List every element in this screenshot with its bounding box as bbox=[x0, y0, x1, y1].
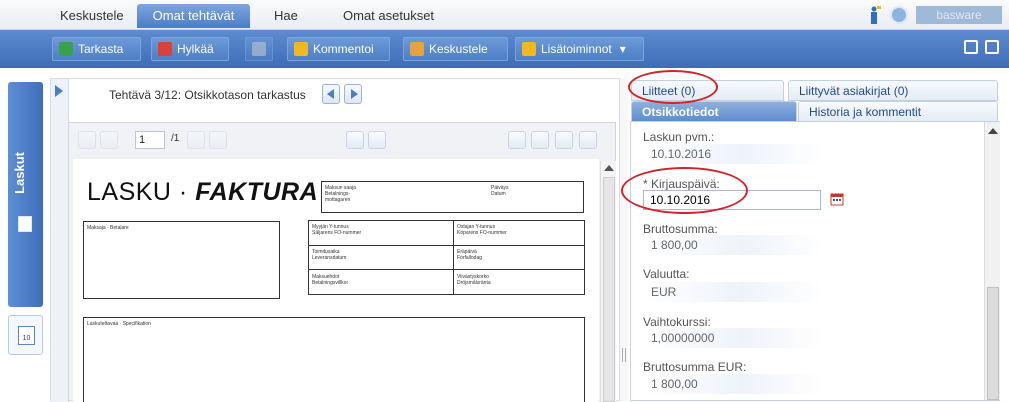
action-toolbar: Tarkasta Hylkää Kommentoi Keskustele Lis… bbox=[0, 30, 1009, 68]
brand-logo: basware bbox=[916, 6, 1002, 24]
tab-hae[interactable]: Hae bbox=[264, 4, 308, 28]
hylkaa-button[interactable]: Hylkää bbox=[151, 37, 229, 61]
fit-page-icon[interactable] bbox=[531, 131, 549, 149]
next-page-icon[interactable] bbox=[187, 131, 205, 149]
currency-value: EUR bbox=[643, 282, 823, 302]
laskut-label: Laskut bbox=[12, 152, 27, 194]
prev-page-icon[interactable] bbox=[100, 131, 118, 149]
first-page-icon[interactable] bbox=[78, 131, 96, 149]
header-details-panel: Laskun pvm.: 10.10.2016 * Kirjauspäivä: … bbox=[630, 121, 1000, 401]
payment-terms-cell: Maksuehdot Betalningsvillkor bbox=[312, 274, 349, 286]
payer-label: Maksaja · Betalare bbox=[87, 225, 129, 231]
rotate-icon[interactable] bbox=[508, 131, 526, 149]
page-total: /1 bbox=[171, 133, 180, 144]
tarkasta-button[interactable]: Tarkasta bbox=[52, 37, 141, 61]
calendar-button[interactable]: 10 bbox=[8, 315, 43, 355]
highlight-ellipse-kirjauspaiva bbox=[621, 167, 748, 214]
date-cell: Päiväys Datum bbox=[491, 185, 509, 197]
calendar-picker-icon[interactable] bbox=[830, 192, 844, 206]
exchange-rate-value: 1,00000000 bbox=[643, 328, 823, 348]
hylkaa-label: Hylkää bbox=[177, 42, 214, 56]
check-doc-icon bbox=[59, 42, 73, 56]
comment-icon bbox=[294, 42, 308, 56]
document-viewer: 1 /1 LASKU · FAKTURA Maksun saaja Betaln… bbox=[68, 122, 616, 402]
specification-box bbox=[83, 317, 585, 402]
scroll-up-icon bbox=[604, 165, 614, 171]
tab-omat-asetukset[interactable]: Omat asetukset bbox=[333, 4, 444, 28]
tab-keskustele[interactable]: Keskustele bbox=[50, 4, 134, 28]
gross-amount-label: Bruttosumma: bbox=[643, 222, 718, 236]
splitter-grip-icon bbox=[622, 348, 626, 362]
tab-liittyvat-asiakirjat[interactable]: Liittyvät asiakirjat (0) bbox=[788, 80, 998, 101]
kommentoi-label: Kommentoi bbox=[313, 42, 374, 56]
flag-icon bbox=[252, 42, 266, 56]
reject-doc-icon bbox=[158, 42, 172, 56]
calendar-icon: 10 bbox=[18, 326, 35, 345]
save-icon[interactable] bbox=[555, 131, 573, 149]
document-icon bbox=[18, 216, 32, 232]
panel-expander[interactable] bbox=[51, 79, 69, 402]
chevron-down-icon: ▾ bbox=[619, 42, 626, 56]
logo-faktura: FAKTURA bbox=[195, 178, 319, 206]
logo-lasku: LASKU · bbox=[87, 178, 196, 206]
gross-amount-value: 1 800,00 bbox=[643, 235, 823, 255]
tab-historia-ja-kommentit[interactable]: Historia ja kommentit bbox=[798, 101, 998, 122]
grid-row-divider bbox=[308, 245, 585, 270]
buyer-id-cell: Ostajan Y-tunnus Köparens FO-nummer bbox=[457, 224, 507, 236]
tarkasta-label: Tarkasta bbox=[78, 42, 124, 56]
lisatoiminnot-button[interactable]: Lisätoiminnot ▾ bbox=[515, 37, 644, 61]
tab-omat-tehtavat[interactable]: Omat tehtävät bbox=[137, 4, 250, 28]
next-task-button[interactable] bbox=[344, 84, 362, 104]
lisatoiminnot-label: Lisätoiminnot bbox=[541, 42, 612, 56]
info-icon[interactable] bbox=[866, 5, 882, 25]
invoice-date-label: Laskun pvm.: bbox=[643, 130, 715, 144]
last-page-icon[interactable] bbox=[209, 131, 227, 149]
arrow-right-icon bbox=[351, 89, 358, 99]
exchange-rate-label: Vaihtokurssi: bbox=[643, 315, 711, 329]
keskustele-label: Keskustele bbox=[429, 42, 488, 56]
late-interest-cell: Viivästyskorko Dröjsmålsränta bbox=[457, 274, 491, 286]
task-title: Tehtävä 3/12: Otsikkotason tarkastus bbox=[109, 88, 306, 102]
viewer-scrollbar[interactable] bbox=[600, 161, 616, 402]
arrow-left-icon bbox=[327, 89, 334, 99]
page-number-input[interactable]: 1 bbox=[135, 131, 165, 149]
invoice-date-value: 10.10.2016 bbox=[643, 144, 823, 164]
viewer-scroll-thumb[interactable] bbox=[603, 177, 615, 402]
tab-otsikkotiedot[interactable]: Otsikkotiedot bbox=[631, 101, 797, 122]
print-icon[interactable] bbox=[579, 131, 597, 149]
panel-splitter[interactable] bbox=[620, 78, 628, 401]
specification-label: Laskutettavaa · Specifikation bbox=[87, 321, 151, 327]
highlight-ellipse-liitteet bbox=[628, 70, 718, 104]
layout-full-icon[interactable] bbox=[985, 40, 999, 54]
details-scrollbar[interactable] bbox=[984, 122, 1000, 400]
currency-label: Valuutta: bbox=[643, 267, 690, 281]
payer-box bbox=[83, 221, 280, 299]
laskut-sidebar-tab[interactable]: Laskut bbox=[8, 82, 43, 307]
recipient-cell: Maksun saaja Betalnings- mottagaren bbox=[325, 185, 356, 203]
zoom-in-icon[interactable] bbox=[346, 131, 364, 149]
scroll-up-icon bbox=[988, 128, 998, 134]
invoice-image: LASKU · FAKTURA Maksun saaja Betalnings-… bbox=[73, 159, 599, 402]
task-header: Tehtävä 3/12: Otsikkotason tarkastus bbox=[58, 78, 618, 112]
seller-id-cell: Myyjän Y-tunnus Säljarens FO-nummer bbox=[312, 224, 362, 236]
top-navigation: Keskustele Omat tehtävät Hae Omat asetuk… bbox=[0, 0, 1009, 30]
prev-task-button[interactable] bbox=[322, 84, 340, 104]
kommentoi-button[interactable]: Kommentoi bbox=[287, 37, 390, 61]
flag-button[interactable] bbox=[245, 37, 273, 61]
gross-amount-eur-label: Bruttosumma EUR: bbox=[643, 360, 747, 374]
help-circle-icon[interactable] bbox=[890, 6, 908, 24]
discussion-icon bbox=[410, 42, 424, 56]
due-date-cell: Eräpäivä Förfallodag bbox=[457, 249, 483, 261]
more-actions-icon bbox=[522, 42, 536, 56]
keskustele-button[interactable]: Keskustele bbox=[403, 37, 508, 61]
gross-amount-eur-value: 1 800,00 bbox=[643, 374, 823, 394]
delivery-cell: Toimitusaika Leveransdatum bbox=[312, 249, 347, 261]
zoom-out-icon[interactable] bbox=[368, 131, 386, 149]
layout-split-icon[interactable] bbox=[964, 40, 978, 54]
invoice-logo: LASKU · FAKTURA bbox=[87, 178, 318, 207]
details-scroll-thumb[interactable] bbox=[987, 287, 999, 400]
